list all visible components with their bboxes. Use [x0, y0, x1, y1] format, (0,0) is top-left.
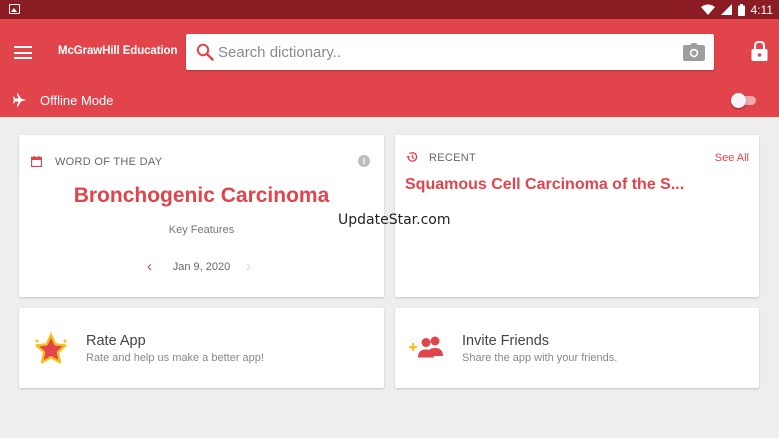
offline-mode-row: Offline Mode [0, 85, 779, 117]
battery-icon [737, 3, 745, 16]
invite-friends-title: Invite Friends [462, 333, 550, 349]
word-of-the-day-card[interactable]: WORD OF THE DAY i Bronchogenic Carcinoma… [19, 135, 384, 297]
camera-icon[interactable] [683, 43, 705, 61]
rate-app-subtitle: Rate and help us make a better app! [86, 352, 264, 364]
status-icons: 4:11 [700, 0, 773, 19]
recent-item[interactable]: Squamous Cell Carcinoma of the S... [405, 176, 684, 194]
info-icon[interactable]: i [358, 155, 370, 167]
see-all-link[interactable]: See All [715, 152, 749, 164]
status-time: 4:11 [750, 2, 773, 17]
status-bar: 4:11 [0, 0, 779, 19]
add-friends-icon [409, 336, 443, 358]
recent-heading: RECENT [429, 152, 477, 164]
rate-app-title: Rate App [86, 333, 146, 349]
brand-logo: McGrawHill Education [58, 45, 178, 57]
calendar-icon [31, 156, 42, 167]
next-day-chevron-icon[interactable]: › [246, 259, 251, 274]
watermark-text: UpdateStar.com [338, 212, 451, 228]
word-of-the-day-heading: WORD OF THE DAY [55, 156, 163, 168]
search-icon[interactable] [196, 43, 214, 61]
search-bar [186, 34, 714, 70]
word-of-the-day-term[interactable]: Bronchogenic Carcinoma [19, 184, 384, 208]
airplane-icon [13, 93, 26, 107]
wifi-icon [700, 4, 715, 15]
invite-friends-card[interactable]: Invite Friends Share the app with your f… [395, 308, 759, 388]
invite-friends-subtitle: Share the app with your friends. [462, 352, 618, 364]
word-of-the-day-date: Jan 9, 2020 [172, 261, 231, 273]
offline-mode-toggle[interactable] [731, 93, 757, 108]
history-icon [406, 152, 418, 162]
search-input[interactable] [218, 34, 668, 70]
offline-mode-label: Offline Mode [40, 93, 114, 108]
app-bar: McGrawHill Education Offline Mode [0, 19, 779, 117]
signal-icon [720, 4, 732, 15]
word-of-the-day-subtitle: Key Features [168, 224, 235, 236]
lock-icon[interactable] [751, 41, 768, 61]
image-notification-icon [9, 4, 20, 14]
star-rating-icon [35, 332, 67, 364]
menu-icon[interactable] [14, 46, 32, 59]
rate-app-card[interactable]: Rate App Rate and help us make a better … [19, 308, 384, 388]
